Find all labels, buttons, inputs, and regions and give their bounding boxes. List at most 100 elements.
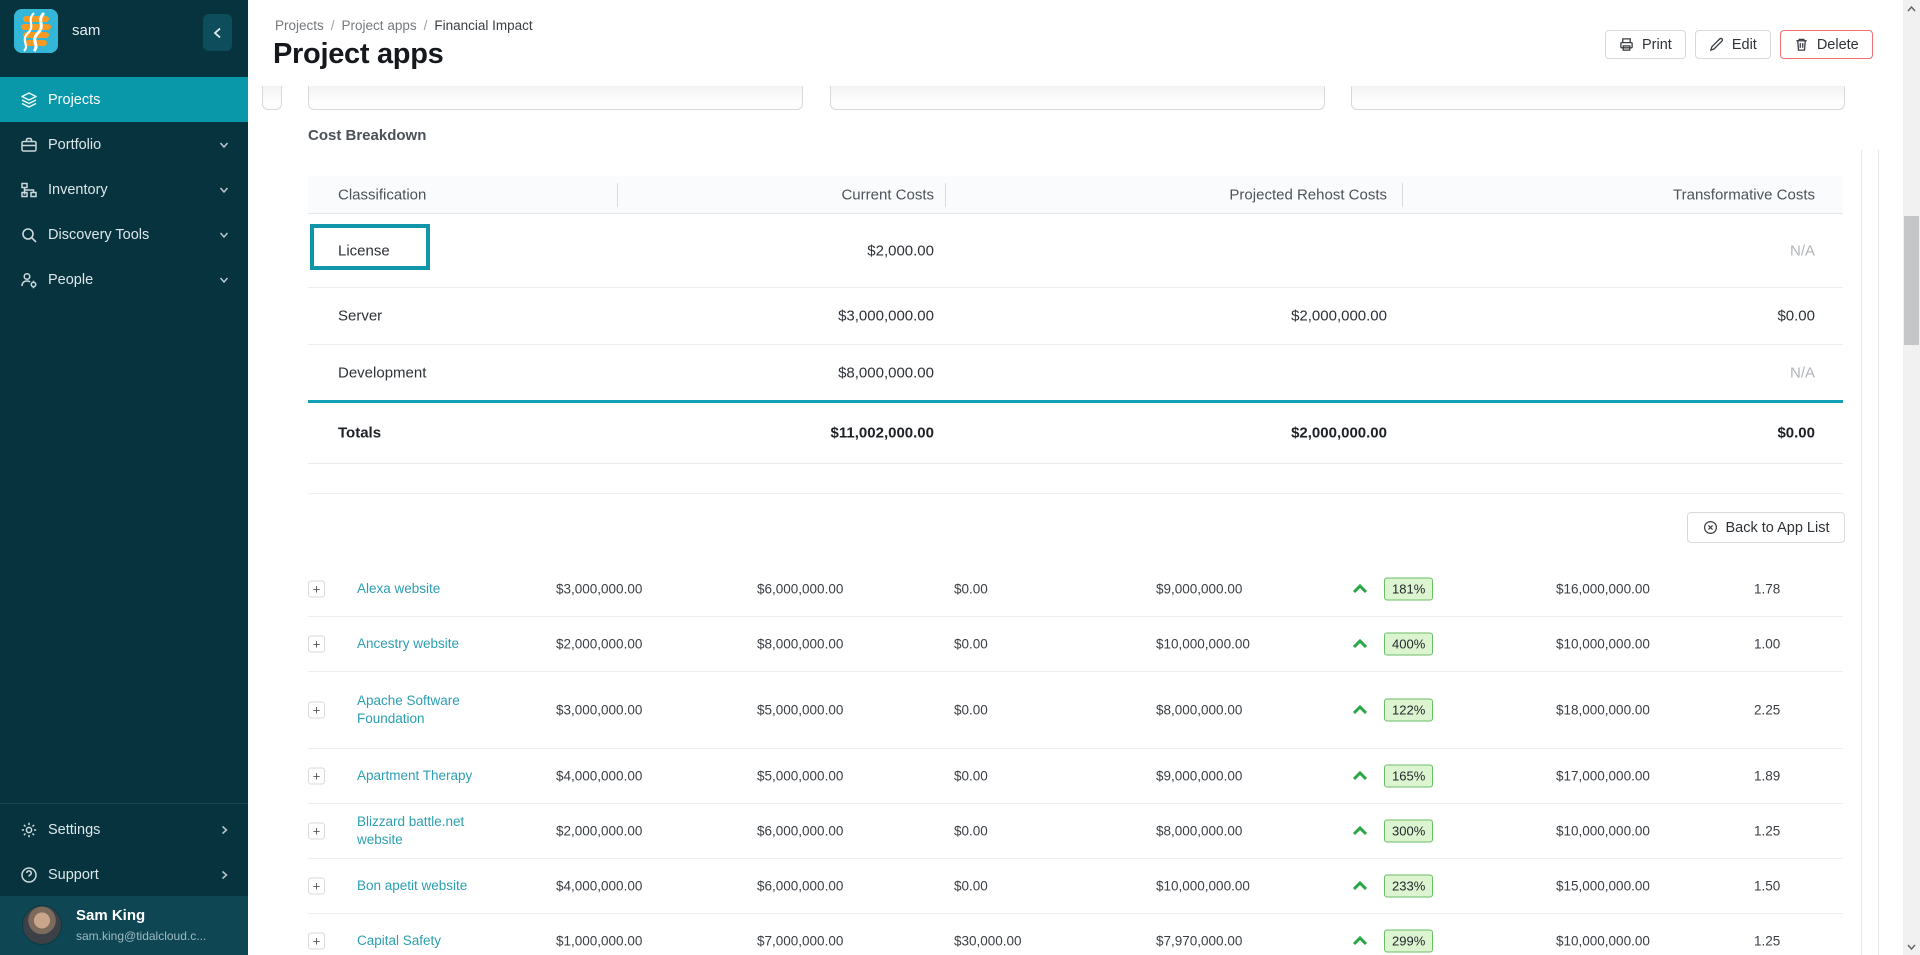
app-name-link[interactable]: Bon apetit website [357,877,505,895]
cost-cell: $15,000,000.00 [1556,879,1650,894]
cost-cell: $7,970,000.00 [1156,934,1242,949]
ratio-cell: 1.00 [1754,637,1780,652]
cost-cell: $8,000,000.00 [1156,824,1242,839]
col-header-classification: Classification [338,186,426,203]
cutoff-card-partial [262,86,282,110]
cost-cell: $7,000,000.00 [757,934,843,949]
col-header-current-costs: Current Costs [734,186,934,203]
sidebar-item-people[interactable]: People [0,257,248,302]
expand-row-button[interactable]: + [308,878,325,895]
expand-row-button[interactable]: + [308,702,325,719]
cost-cell: $10,000,000.00 [1156,879,1250,894]
cost-cell: $5,000,000.00 [757,769,843,784]
totals-transformative-costs: $0.00 [1615,425,1815,442]
column-divider [945,183,946,207]
delete-label: Delete [1817,37,1859,53]
sidebar-item-label: Settings [48,822,100,838]
expand-row-button[interactable]: + [308,823,325,840]
sidebar-item-support[interactable]: Support [0,852,248,897]
sidebar-header: sam [0,0,248,62]
sidebar: sam Projects Portfolio [0,0,248,955]
app-name-link[interactable]: Capital Safety [357,932,505,950]
caret-up-icon [1352,583,1368,595]
caret-up-icon [1352,770,1368,782]
table-row-totals: Totals $11,002,000.00 $2,000,000.00 $0.0… [308,403,1843,464]
cutoff-card-2 [830,86,1325,110]
cost-cell: $0.00 [954,637,988,652]
classification-cell: Development [338,364,426,381]
cost-breakdown-table: Classification Current Costs Projected R… [308,176,1843,464]
sidebar-item-inventory[interactable]: Inventory [0,167,248,212]
back-to-app-list-button[interactable]: Back to App List [1687,512,1845,543]
cost-cell: $8,000,000.00 [757,637,843,652]
current-costs-cell: $3,000,000.00 [556,582,642,597]
sidebar-item-discovery-tools[interactable]: Discovery Tools [0,212,248,257]
table-row-license[interactable]: License $2,000.00 N/A [308,214,1843,288]
app-name-link[interactable]: Apartment Therapy [357,767,505,785]
page-actions: Print Edit Delete [1605,30,1873,59]
expand-row-button[interactable]: + [308,581,325,598]
breadcrumb-project-apps[interactable]: Project apps [342,18,417,33]
cost-cell: $30,000.00 [954,934,1022,949]
app-name-link[interactable]: Apache Software Foundation [357,692,505,728]
breadcrumb-projects[interactable]: Projects [275,18,324,33]
chevron-right-icon [218,824,230,836]
table-row-development[interactable]: Development $8,000,000.00 N/A [308,345,1843,400]
print-button[interactable]: Print [1605,30,1686,59]
breadcrumb-separator: / [331,18,335,33]
sidebar-footer-nav: Settings Support [0,803,248,897]
trash-icon [1794,37,1809,52]
app-list-table: + Alexa website $3,000,000.00 $6,000,000… [308,562,1843,955]
table-row: + Ancestry website $2,000,000.00 $8,000,… [308,617,1843,672]
user-email: sam.king@tidalcloud.c... [76,929,206,943]
cost-cell: $16,000,000.00 [1556,582,1650,597]
sidebar-item-portfolio[interactable]: Portfolio [0,122,248,167]
current-costs-cell: $4,000,000.00 [556,879,642,894]
chevron-down-icon [218,229,230,241]
user-profile[interactable]: Sam King sam.king@tidalcloud.c... [0,896,248,955]
totals-label: Totals [338,425,381,442]
pencil-icon [1709,37,1724,52]
expand-row-button[interactable]: + [308,636,325,653]
current-costs-cell: $1,000,000.00 [556,934,642,949]
table-row-server[interactable]: Server $3,000,000.00 $2,000,000.00 $0.00 [308,288,1843,345]
search-icon [20,226,38,244]
page-scrollbar[interactable] [1903,0,1920,955]
breadcrumb-separator: / [424,18,428,33]
totals-rehost-costs: $2,000,000.00 [1187,425,1387,442]
table-row: + Capital Safety $1,000,000.00 $7,000,00… [308,914,1843,955]
help-icon [20,866,38,884]
sidebar-item-projects[interactable]: Projects [0,77,248,122]
expand-row-button[interactable]: + [308,933,325,950]
app-name-link[interactable]: Blizzard battle.net website [357,813,505,849]
current-costs-cell: $3,000,000.00 [734,308,934,325]
edit-button[interactable]: Edit [1695,30,1771,59]
ratio-cell: 1.25 [1754,824,1780,839]
app-name-link[interactable]: Ancestry website [357,635,505,653]
transformative-costs-cell: N/A [1615,364,1815,381]
workspace-name: sam [72,22,100,39]
caret-up-icon [1352,935,1368,947]
cost-cell: $5,000,000.00 [757,703,843,718]
cost-table-header: Classification Current Costs Projected R… [308,176,1843,214]
app-name-link[interactable]: Alexa website [357,580,505,598]
cost-cell: $10,000,000.00 [1556,637,1650,652]
current-costs-cell: $2,000,000.00 [556,824,642,839]
sidebar-item-settings[interactable]: Settings [0,807,248,852]
cost-cell: $9,000,000.00 [1156,582,1242,597]
current-costs-cell: $2,000,000.00 [556,637,642,652]
column-divider [617,183,618,207]
current-costs-cell: $8,000,000.00 [734,364,934,381]
sidebar-collapse-button[interactable] [203,14,232,51]
sidebar-item-label: People [48,272,93,288]
expand-row-button[interactable]: + [308,768,325,785]
cost-cell: $17,000,000.00 [1556,769,1650,784]
scrollbar-thumb[interactable] [1904,216,1919,345]
sitemap-icon [20,181,38,199]
scroll-up-arrow-icon[interactable] [1903,0,1920,17]
scroll-down-arrow-icon[interactable] [1903,938,1920,955]
tidal-logo-icon[interactable] [14,9,58,53]
breadcrumb-current: Financial Impact [434,18,532,33]
percent-badge: 233% [1384,875,1433,898]
delete-button[interactable]: Delete [1780,30,1873,59]
